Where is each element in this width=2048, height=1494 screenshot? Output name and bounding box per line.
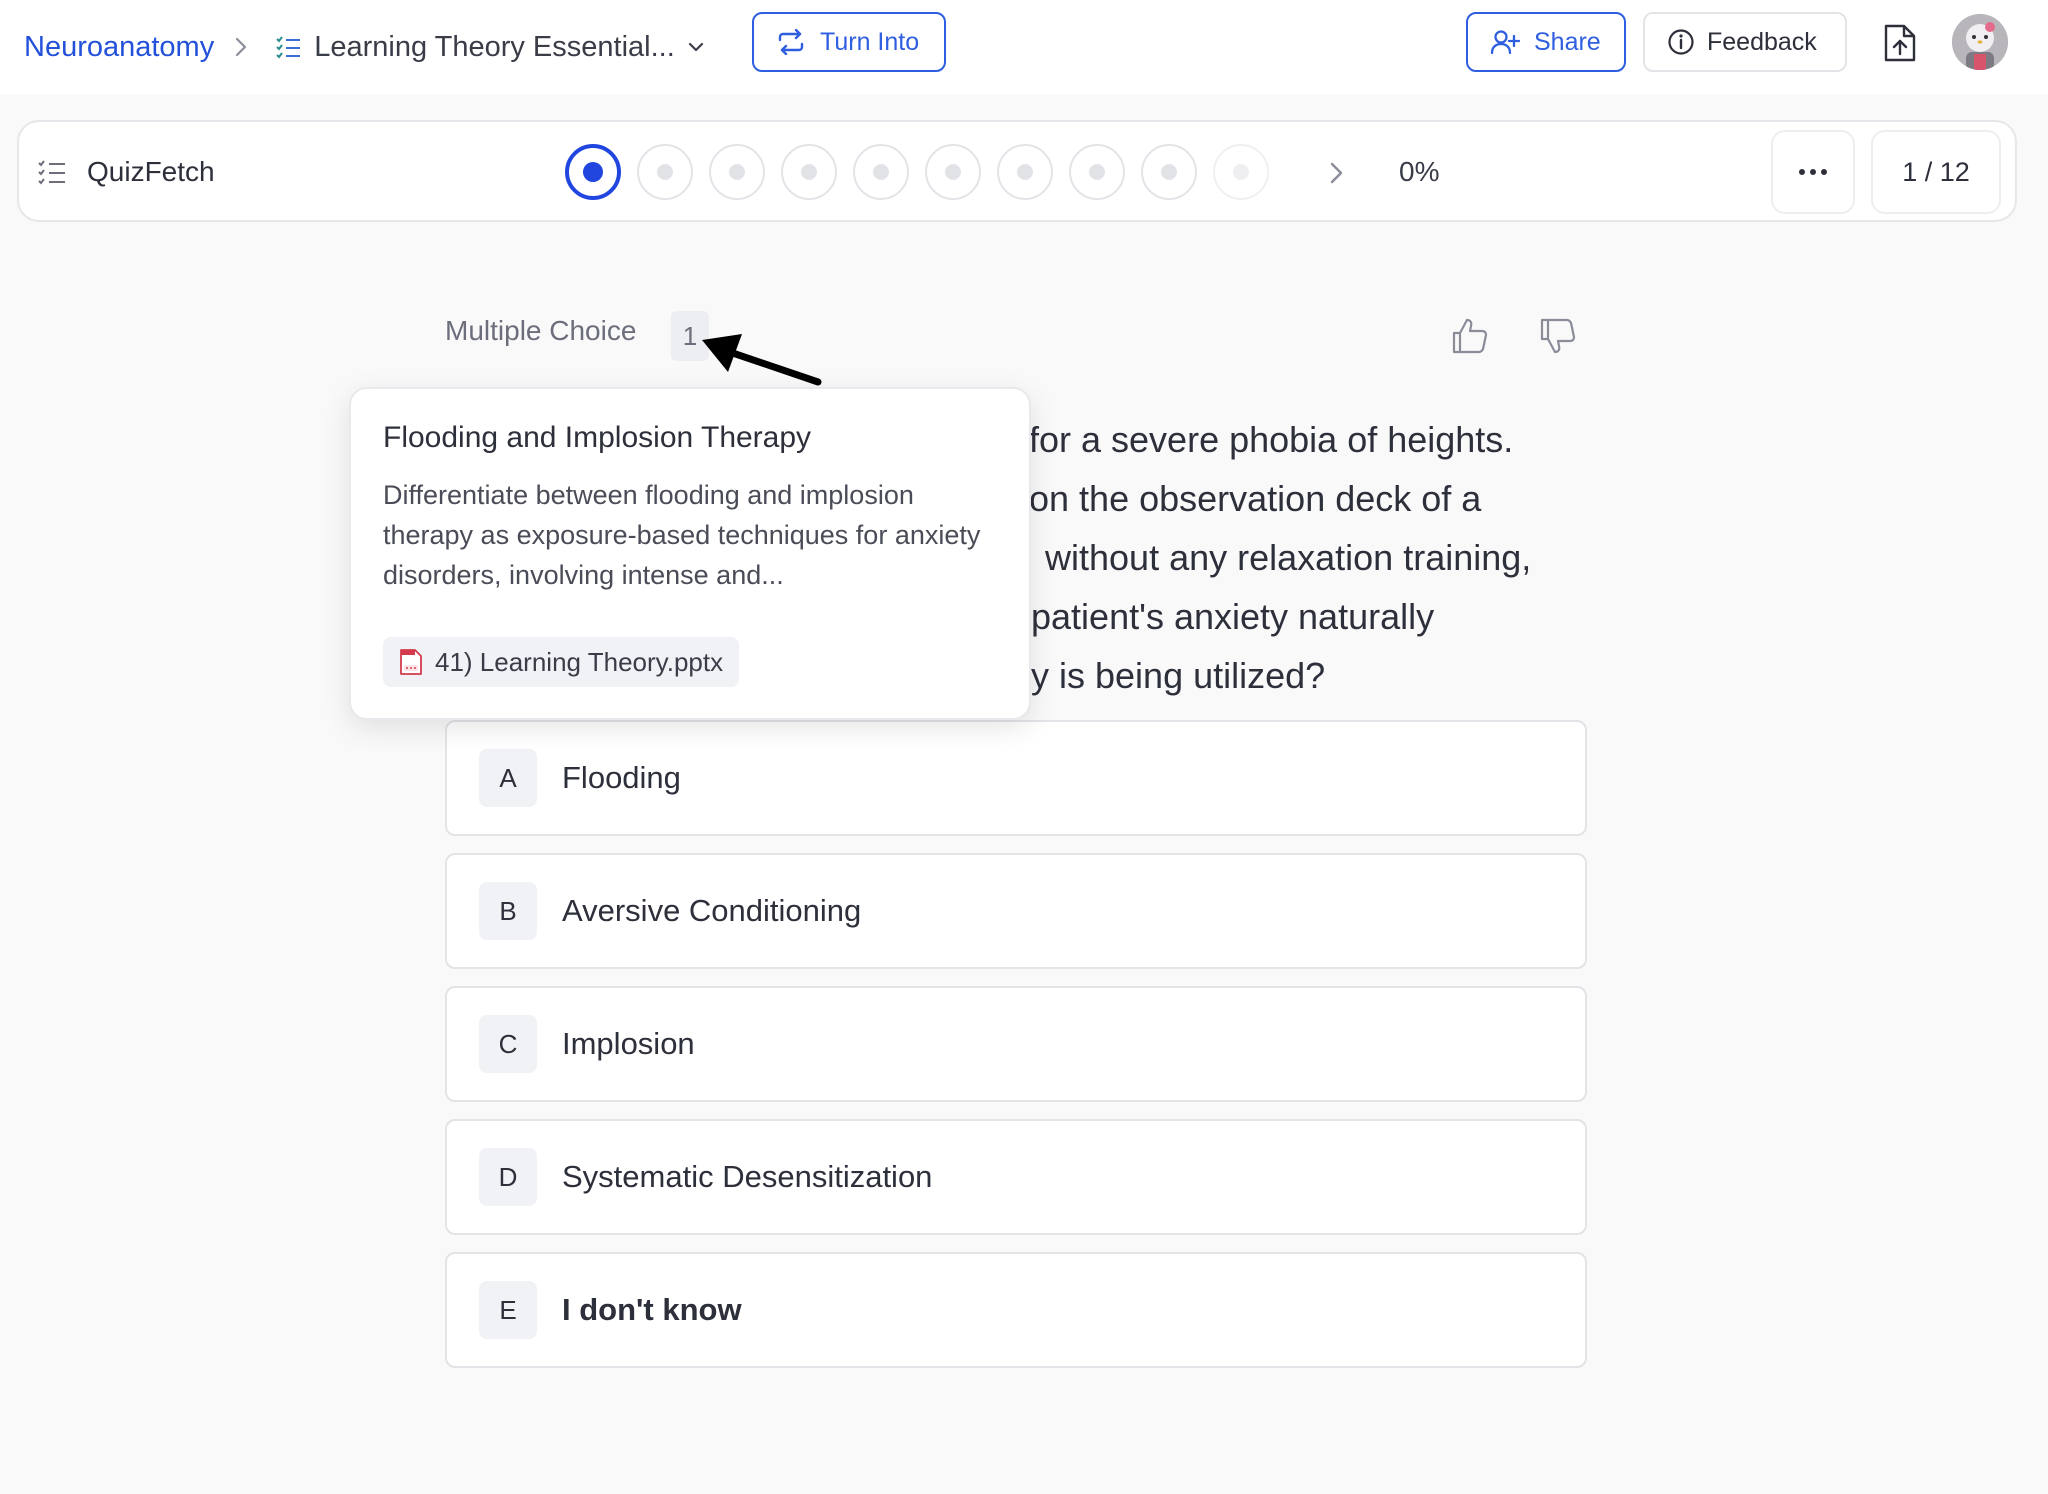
option-letter: B bbox=[479, 882, 537, 940]
quiz-toolbar: QuizFetch 0% 1 / 12 bbox=[17, 120, 2017, 222]
option-letter: D bbox=[479, 1148, 537, 1206]
step-4[interactable] bbox=[781, 144, 837, 200]
popover-title: Flooding and Implosion Therapy bbox=[383, 421, 812, 454]
step-dot bbox=[729, 164, 745, 180]
feedback-button[interactable]: Feedback bbox=[1643, 12, 1847, 72]
step-9[interactable] bbox=[1141, 144, 1197, 200]
option-c[interactable]: C Implosion bbox=[445, 986, 1587, 1102]
turn-into-label: Turn Into bbox=[820, 27, 920, 56]
question-counter[interactable]: 1 / 12 bbox=[1871, 130, 2001, 214]
step-7[interactable] bbox=[997, 144, 1053, 200]
step-5[interactable] bbox=[853, 144, 909, 200]
question-steps bbox=[565, 144, 1285, 200]
step-3[interactable] bbox=[709, 144, 765, 200]
avatar-image bbox=[1952, 14, 2008, 70]
thumbs-down-icon[interactable] bbox=[1538, 316, 1578, 356]
breadcrumb-chevron-icon bbox=[234, 35, 250, 59]
step-2[interactable] bbox=[637, 144, 693, 200]
step-dot bbox=[1017, 164, 1033, 180]
option-e-dont-know[interactable]: E I don't know bbox=[445, 1252, 1587, 1368]
file-upload-icon[interactable] bbox=[1882, 22, 1918, 64]
repeat-icon bbox=[778, 29, 804, 55]
option-b[interactable]: B Aversive Conditioning bbox=[445, 853, 1587, 969]
checklist-icon bbox=[276, 36, 301, 59]
step-dot bbox=[657, 164, 673, 180]
chevron-down-icon[interactable] bbox=[685, 36, 707, 58]
step-dot bbox=[1089, 164, 1105, 180]
step-1[interactable] bbox=[565, 144, 621, 200]
more-options-button[interactable] bbox=[1771, 130, 1855, 214]
step-8[interactable] bbox=[1069, 144, 1125, 200]
quiz-brand: QuizFetch bbox=[37, 122, 215, 222]
turn-into-button[interactable]: Turn Into bbox=[752, 12, 946, 72]
source-file-chip[interactable]: 41) Learning Theory.pptx bbox=[383, 637, 740, 687]
quiz-brand-label: QuizFetch bbox=[87, 156, 215, 187]
option-letter: C bbox=[479, 1015, 537, 1073]
chevron-right-icon[interactable] bbox=[1327, 160, 1347, 186]
breadcrumb-doc[interactable]: Learning Theory Essential... bbox=[274, 31, 707, 64]
option-letter: E bbox=[479, 1281, 537, 1339]
popover-description: Differentiate between flooding and implo… bbox=[383, 480, 981, 590]
info-icon bbox=[1668, 29, 1694, 55]
annotation-arrow-icon bbox=[702, 334, 822, 386]
option-a[interactable]: A Flooding bbox=[445, 720, 1587, 836]
feedback-label: Feedback bbox=[1707, 27, 1817, 56]
step-dot bbox=[945, 164, 961, 180]
option-text: Aversive Conditioning bbox=[562, 893, 862, 928]
question-type-label: Multiple Choice bbox=[445, 315, 637, 346]
breadcrumb-doc-title: Learning Theory Essential... bbox=[314, 30, 675, 63]
option-text: I don't know bbox=[562, 1292, 742, 1327]
pdf-file-icon bbox=[400, 649, 422, 675]
step-6[interactable] bbox=[925, 144, 981, 200]
concept-popover: Flooding and Implosion Therapy Different… bbox=[349, 387, 1031, 720]
ellipsis-icon bbox=[1799, 169, 1827, 175]
source-file-name: 41) Learning Theory.pptx bbox=[435, 646, 724, 677]
option-text: Flooding bbox=[562, 760, 681, 795]
checklist-icon bbox=[38, 160, 65, 185]
thumbs-up-icon[interactable] bbox=[1450, 316, 1490, 356]
avatar[interactable] bbox=[1952, 14, 2008, 70]
answer-options: A Flooding B Aversive Conditioning C Imp… bbox=[445, 720, 1587, 1385]
step-dot bbox=[801, 164, 817, 180]
step-dot bbox=[1161, 164, 1177, 180]
top-header: Neuroanatomy Learning Theory Essential..… bbox=[0, 0, 2048, 94]
add-user-icon bbox=[1490, 30, 1520, 55]
option-text: Implosion bbox=[562, 1026, 695, 1061]
step-10[interactable] bbox=[1213, 144, 1269, 200]
step-dot bbox=[873, 164, 889, 180]
breadcrumb-root[interactable]: Neuroanatomy bbox=[24, 31, 214, 64]
option-d[interactable]: D Systematic Desensitization bbox=[445, 1119, 1587, 1235]
option-text: Systematic Desensitization bbox=[562, 1159, 933, 1194]
share-button[interactable]: Share bbox=[1466, 12, 1626, 72]
progress-percent: 0% bbox=[1399, 156, 1440, 187]
step-dot bbox=[583, 162, 603, 182]
step-dot bbox=[1233, 164, 1249, 180]
option-letter: A bbox=[479, 749, 537, 807]
share-label: Share bbox=[1534, 27, 1601, 56]
